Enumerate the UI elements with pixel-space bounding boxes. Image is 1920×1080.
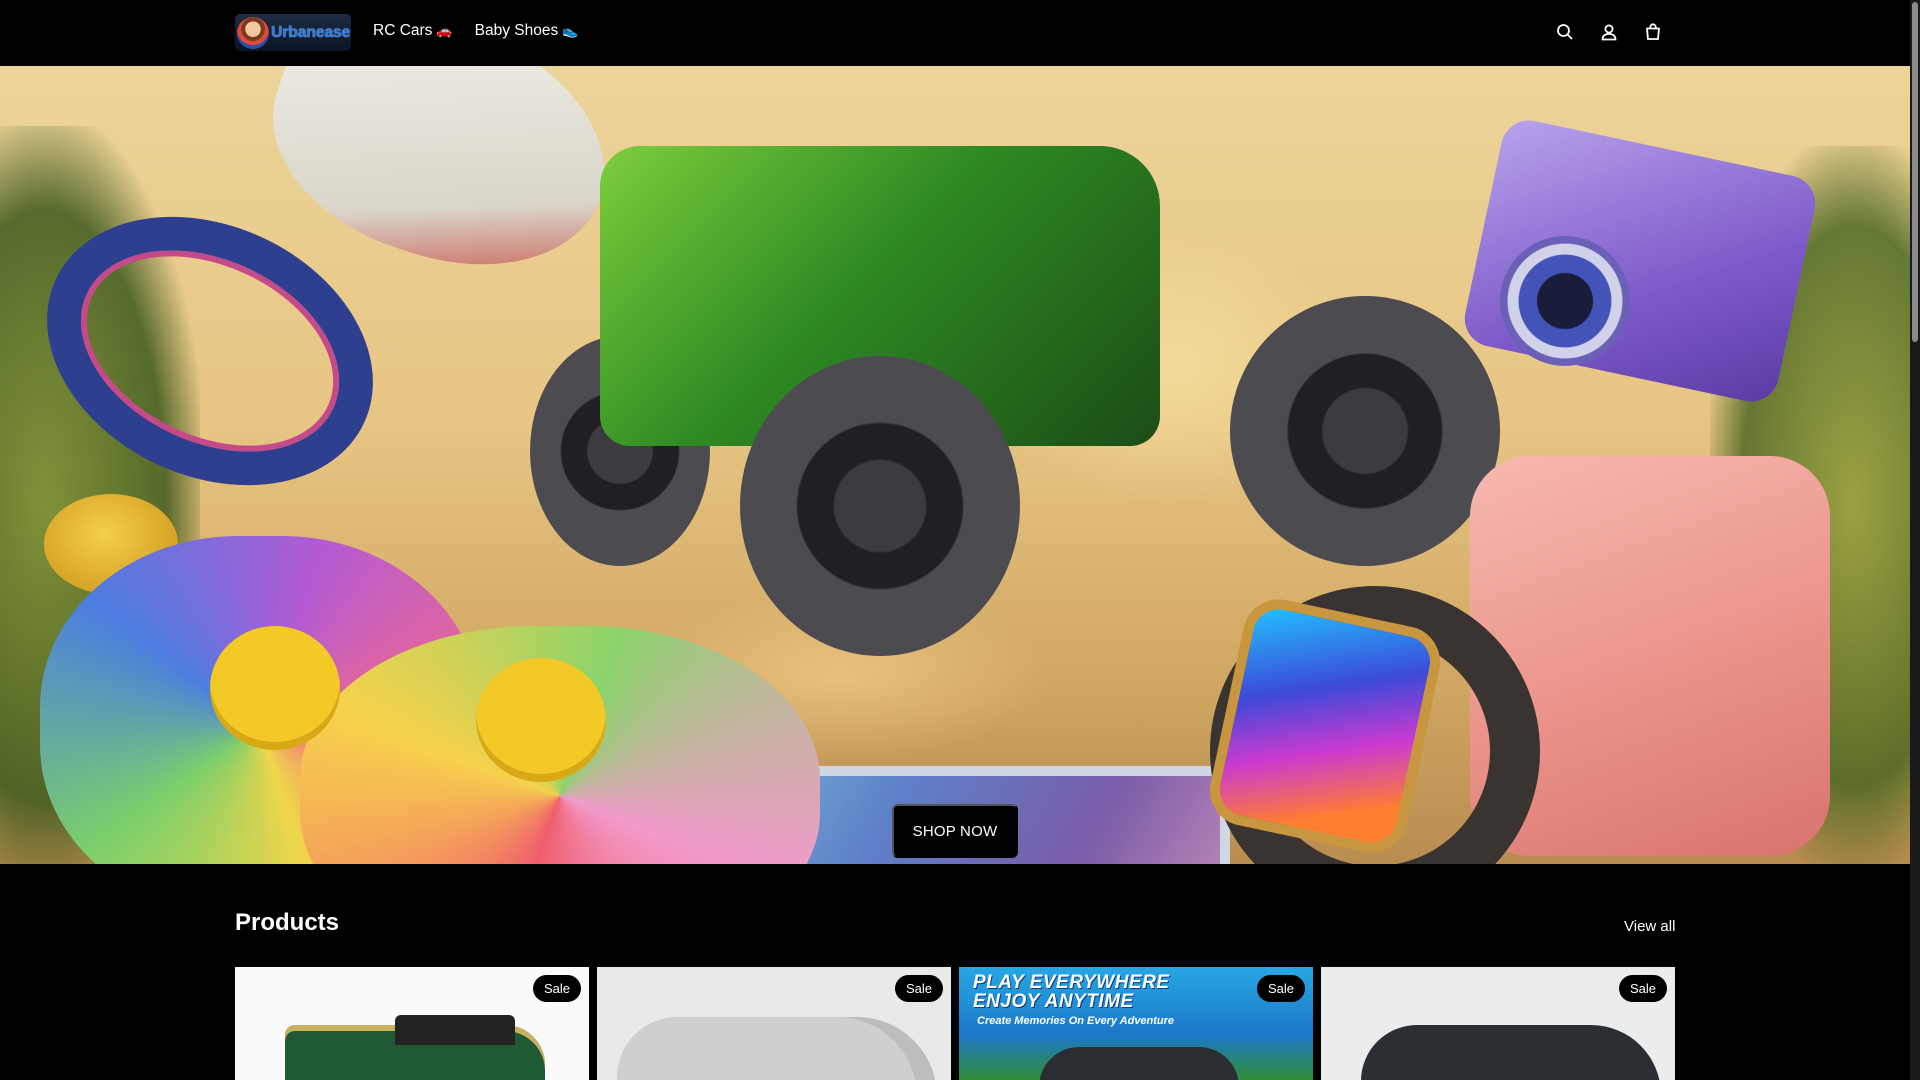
camera-lens-image [1500,236,1630,366]
truck-wheel-image [740,356,1020,656]
product-card[interactable]: Sale [1321,967,1675,1080]
shop-now-button[interactable]: SHOP NOW [892,804,1018,858]
cart-icon[interactable] [1643,22,1663,42]
sale-badge: Sale [1618,975,1667,1002]
products-title: Products [235,909,340,936]
promo-line-2: ENJOY ANYTIME [973,991,1134,1012]
product-card[interactable]: PLAY EVERYWHERE ENJOY ANYTIME Create Mem… [959,967,1313,1080]
site-header: Urbanease RC Cars 🚗 Baby Shoes 👟 [0,0,1910,66]
main-nav: RC Cars 🚗 Baby Shoes 👟 [373,22,578,40]
nav-link-label: RC Cars [373,22,433,39]
brand-logo[interactable]: Urbanease [235,14,351,51]
view-all-link[interactable]: View all [1624,918,1675,935]
nav-link-rc-cars[interactable]: RC Cars 🚗 [373,22,453,40]
rc-car-image [1039,1047,1239,1080]
sale-badge: Sale [532,975,581,1002]
smiley-icon [210,626,340,750]
nav-link-label: Baby Shoes [474,22,559,39]
sale-badge: Sale [1256,975,1305,1002]
classic-roadster-image [617,1017,937,1080]
logo-mascot-icon [237,16,269,49]
page-scrollbar[interactable] [1910,0,1920,1080]
promo-headline: PLAY EVERYWHERE ENJOY ANYTIME [973,973,1170,1011]
scrollbar-thumb[interactable] [1912,2,1918,342]
sports-car-image [1361,1025,1661,1080]
hero-banner: SHOP NOW [0,66,1910,864]
product-card[interactable]: Sale [597,967,951,1080]
promo-line-1: PLAY EVERYWHERE [973,972,1170,993]
nav-link-baby-shoes[interactable]: Baby Shoes 👟 [475,22,579,40]
vintage-car-image [285,1015,545,1080]
header-actions [1555,22,1663,42]
product-grid: Sale Sale PLAY EVERYWHERE ENJOY ANYTIME … [235,967,1675,1080]
sale-badge: Sale [894,975,943,1002]
shoe-emoji-icon: 👟 [562,23,579,38]
account-icon[interactable] [1599,22,1619,42]
smiley-icon [476,658,606,782]
search-icon[interactable] [1555,22,1575,42]
car-emoji-icon: 🚗 [436,23,453,38]
promo-line-3: Create Memories On Every Adventure [977,1015,1175,1027]
truck-wheel-image [1230,296,1500,566]
product-card[interactable]: Sale [235,967,589,1080]
brand-name: Urbanease [271,23,351,41]
